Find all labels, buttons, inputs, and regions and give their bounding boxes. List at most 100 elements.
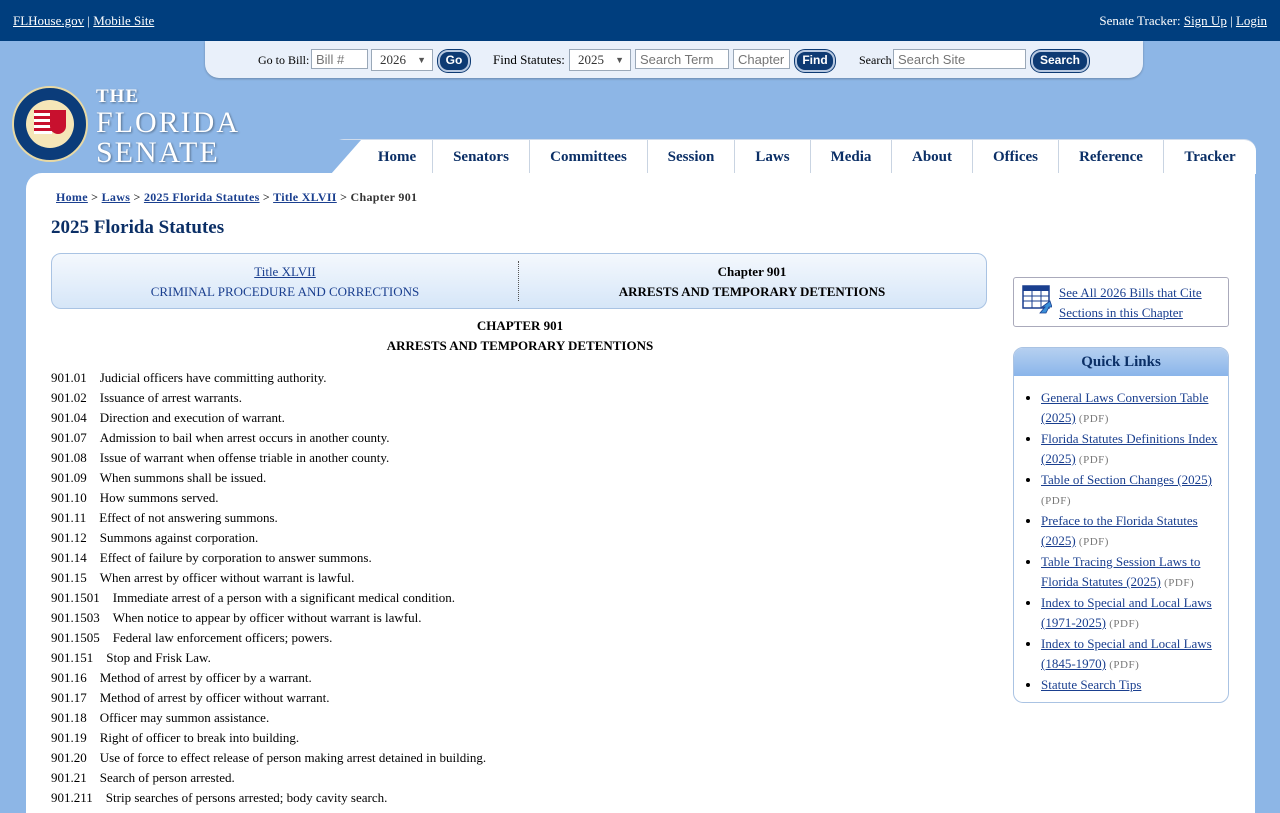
section-number[interactable]: 901.12 [51, 528, 87, 548]
section-title[interactable]: Use of force to effect release of person… [100, 750, 486, 765]
nav-tracker[interactable]: Tracker [1164, 140, 1256, 174]
quick-link[interactable]: General Laws Conversion Table (2025) [1041, 390, 1208, 425]
section-number[interactable]: 901.09 [51, 468, 87, 488]
section-number[interactable]: 901.17 [51, 688, 87, 708]
section-number[interactable]: 901.20 [51, 748, 87, 768]
cite-bills-box[interactable]: See All 2026 Bills that Cite Sections in… [1013, 277, 1229, 327]
section-title[interactable]: Immediate arrest of a person with a sign… [113, 590, 455, 605]
section-title[interactable]: Federal law enforcement officers; powers… [113, 630, 333, 645]
section-title[interactable]: Issuance of arrest warrants. [100, 390, 242, 405]
section-title[interactable]: Admission to bail when arrest occurs in … [100, 430, 390, 445]
flhouse-link[interactable]: FLHouse.gov [13, 13, 84, 28]
section-title[interactable]: Effect of failure by corporation to answ… [100, 550, 372, 565]
login-link[interactable]: Login [1236, 13, 1267, 28]
breadcrumb-statutes[interactable]: 2025 Florida Statutes [144, 190, 260, 204]
section-number[interactable]: 901.19 [51, 728, 87, 748]
nav-senators[interactable]: Senators [433, 140, 530, 174]
quick-link[interactable]: Table of Section Changes (2025) [1041, 472, 1212, 487]
section-row: 901.01 Judicial officers have committing … [51, 368, 486, 388]
section-number[interactable]: 901.15 [51, 568, 87, 588]
section-title[interactable]: When arrest by officer without warrant i… [100, 570, 355, 585]
title-chapter-box: Title XLVII CRIMINAL PROCEDURE AND CORRE… [51, 253, 987, 309]
top-bar: FLHouse.gov | Mobile Site Senate Tracker… [0, 0, 1280, 41]
nav-session[interactable]: Session [648, 140, 735, 174]
top-separator-2: | [1230, 13, 1233, 28]
nav-media[interactable]: Media [811, 140, 892, 174]
site-search-input[interactable] [893, 49, 1026, 69]
search-term-input[interactable] [635, 49, 729, 69]
section-title[interactable]: Right of officer to break into building. [100, 730, 299, 745]
chevron-down-icon: ▼ [615, 55, 624, 65]
nav-corner [331, 140, 361, 174]
bill-number-input[interactable] [311, 49, 368, 69]
section-title[interactable]: Direction and execution of warrant. [100, 410, 285, 425]
nav-committees[interactable]: Committees [530, 140, 648, 174]
logo-florida: FLORIDA [96, 106, 241, 139]
section-title[interactable]: Summons against corporation. [100, 530, 259, 545]
nav-laws[interactable]: Laws [735, 140, 811, 174]
section-title[interactable]: When notice to appear by officer without… [113, 610, 422, 625]
section-number[interactable]: 901.11 [51, 508, 86, 528]
section-number[interactable]: 901.1503 [51, 608, 100, 628]
section-number[interactable]: 901.1501 [51, 588, 100, 608]
go-button[interactable]: Go [438, 50, 470, 72]
section-row: 901.20 Use of force to effect release of … [51, 748, 486, 768]
section-number[interactable]: 901.02 [51, 388, 87, 408]
section-number[interactable]: 901.211 [51, 788, 93, 808]
quick-links-heading: Quick Links [1014, 348, 1228, 376]
quick-link[interactable]: Florida Statutes Definitions Index (2025… [1041, 431, 1218, 466]
bill-year-select[interactable]: 2026 ▼ [371, 49, 433, 71]
section-title[interactable]: Strip searches of persons arrested; body… [106, 790, 388, 805]
section-number[interactable]: 901.04 [51, 408, 87, 428]
section-title[interactable]: Search of person arrested. [100, 770, 235, 785]
section-title[interactable]: Stop and Frisk Law. [106, 650, 211, 665]
section-number[interactable]: 901.1505 [51, 628, 100, 648]
search-button[interactable]: Search [1031, 50, 1089, 72]
cite-bills-link[interactable]: See All 2026 Bills that Cite Sections in… [1059, 283, 1225, 323]
breadcrumb-home[interactable]: Home [56, 190, 88, 204]
nav-offices[interactable]: Offices [973, 140, 1059, 174]
pdf-label: (PDF) [1078, 454, 1109, 466]
section-number[interactable]: 901.07 [51, 428, 87, 448]
pdf-label: (PDF) [1078, 536, 1109, 548]
section-title[interactable]: Officer may summon assistance. [100, 710, 269, 725]
section-number[interactable]: 901.01 [51, 368, 87, 388]
breadcrumb-sep: > [133, 190, 141, 204]
section-number[interactable]: 901.08 [51, 448, 87, 468]
page-title: 2025 Florida Statutes [51, 217, 225, 238]
nav-reference[interactable]: Reference [1059, 140, 1164, 174]
section-row: 901.1503 When notice to appear by officer… [51, 608, 486, 628]
section-title[interactable]: How summons served. [100, 490, 219, 505]
chapter-input[interactable] [733, 49, 790, 69]
section-number[interactable]: 901.16 [51, 668, 87, 688]
quick-link[interactable]: Preface to the Florida Statutes (2025) [1041, 513, 1198, 548]
find-button[interactable]: Find [795, 50, 835, 72]
quick-link[interactable]: Statute Search Tips [1041, 677, 1141, 692]
section-number[interactable]: 901.18 [51, 708, 87, 728]
section-number[interactable]: 901.151 [51, 648, 93, 668]
nav-about[interactable]: About [892, 140, 973, 174]
section-list: 901.01 Judicial officers have committing … [51, 368, 486, 808]
senate-seal-icon [12, 86, 88, 162]
quick-link-item: Table Tracing Session Laws to Florida St… [1041, 552, 1221, 593]
statute-year-select[interactable]: 2025 ▼ [569, 49, 631, 71]
florida-senate-logo[interactable]: THE FLORIDA SENATE [12, 86, 242, 168]
title-link[interactable]: Title XLVII [254, 264, 316, 279]
sign-up-link[interactable]: Sign Up [1184, 13, 1227, 28]
section-number[interactable]: 901.21 [51, 768, 87, 788]
chevron-down-icon: ▼ [417, 55, 426, 65]
section-title[interactable]: When summons shall be issued. [100, 470, 266, 485]
search-bar: Go to Bill: 2026 ▼ Go Find Statutes: 2025… [205, 41, 1143, 78]
nav-home[interactable]: Home [362, 140, 433, 174]
section-title[interactable]: Method of arrest by officer without warr… [100, 690, 330, 705]
section-title[interactable]: Judicial officers have committing author… [100, 370, 327, 385]
mobile-site-link[interactable]: Mobile Site [93, 13, 154, 28]
section-title[interactable]: Effect of not answering summons. [99, 510, 277, 525]
section-number[interactable]: 901.14 [51, 548, 87, 568]
section-title[interactable]: Issue of warrant when offense triable in… [100, 450, 390, 465]
section-title[interactable]: Method of arrest by officer by a warrant… [100, 670, 312, 685]
seal-flag-fl [50, 110, 66, 134]
section-number[interactable]: 901.10 [51, 488, 87, 508]
breadcrumb-laws[interactable]: Laws [102, 190, 131, 204]
breadcrumb-title[interactable]: Title XLVII [273, 190, 337, 204]
